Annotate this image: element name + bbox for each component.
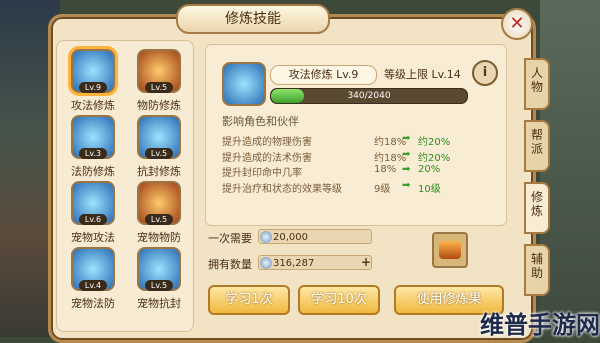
seal-resist-icon: Lv.5 bbox=[137, 115, 181, 159]
tab-character[interactable]: 人物 bbox=[524, 58, 550, 110]
effect-to: 10级 bbox=[418, 184, 441, 195]
skill-label: 宠物攻法 bbox=[71, 231, 115, 244]
effect-from: 9级 bbox=[374, 184, 391, 195]
pet-magic-defense-icon: Lv.4 bbox=[71, 247, 115, 291]
skill-level: Lv.3 bbox=[79, 148, 107, 159]
effect-row: 提升封印命中几率 18% ➡ 20% bbox=[222, 164, 440, 179]
arrow-right-icon: ➡ bbox=[402, 133, 411, 144]
skill-level: Lv.5 bbox=[145, 148, 173, 159]
skill-label: 宠物物防 bbox=[137, 231, 181, 244]
silver-coin-icon bbox=[260, 257, 272, 269]
skill-seal-resist[interactable]: Lv.5 抗封修炼 bbox=[129, 115, 189, 181]
exp-progress-bar: 340/2040 bbox=[270, 88, 468, 104]
learn-once-button[interactable]: 学习1次 bbox=[208, 285, 290, 315]
effect-row: 提升治疗和状态的效果等级 9级 ➡ 10级 bbox=[222, 180, 441, 195]
effect-from: 18% bbox=[374, 164, 397, 175]
skill-level: Lv.5 bbox=[145, 214, 173, 225]
pet-defense-icon: Lv.5 bbox=[137, 181, 181, 225]
arrow-right-icon: ➡ bbox=[402, 164, 411, 175]
effect-text: 提升造成的法术伤害 bbox=[222, 153, 312, 164]
level-cap-value: Lv.14 bbox=[431, 68, 461, 81]
skill-label: 抗封修炼 bbox=[137, 165, 181, 178]
tab-assist[interactable]: 辅助 bbox=[524, 244, 550, 296]
skill-label: 攻法修炼 bbox=[71, 99, 115, 112]
exp-progress-text: 340/2040 bbox=[347, 91, 391, 101]
arrow-right-icon: ➡ bbox=[402, 180, 411, 191]
skill-label: 物防修炼 bbox=[137, 99, 181, 112]
cost-have-text: 316,287 bbox=[273, 258, 315, 269]
skill-magic-defense[interactable]: Lv.3 法防修炼 bbox=[63, 115, 123, 181]
attack-magic-icon: Lv.9 bbox=[71, 49, 115, 93]
tab-guild[interactable]: 帮派 bbox=[524, 120, 550, 172]
affect-title: 影响角色和伙伴 bbox=[222, 115, 299, 128]
physical-defense-icon: Lv.5 bbox=[137, 49, 181, 93]
pet-attack-icon: Lv.6 bbox=[71, 181, 115, 225]
skill-label: 宠物法防 bbox=[71, 297, 115, 310]
skill-pet-magic-defense[interactable]: Lv.4 宠物法防 bbox=[63, 247, 123, 313]
tab-cultivation[interactable]: 修炼 bbox=[524, 182, 550, 234]
skill-level: Lv.5 bbox=[145, 280, 173, 291]
close-button[interactable]: ✕ bbox=[501, 8, 533, 40]
cost-have-label: 拥有数量 bbox=[208, 258, 252, 271]
effect-text: 提升造成的物理伤害 bbox=[222, 137, 312, 148]
skill-name-text: 攻法修炼 bbox=[288, 68, 333, 81]
effect-to: 约20% bbox=[418, 137, 451, 148]
skill-list: Lv.9 攻法修炼 Lv.5 物防修炼 Lv.3 法防修炼 Lv.5 抗封修炼 … bbox=[56, 40, 194, 332]
magic-defense-icon: Lv.3 bbox=[71, 115, 115, 159]
skill-label: 宠物抗封 bbox=[137, 297, 181, 310]
pet-seal-resist-icon: Lv.5 bbox=[137, 247, 181, 291]
skill-pet-attack[interactable]: Lv.6 宠物攻法 bbox=[63, 181, 123, 247]
arrow-right-icon: ➡ bbox=[402, 149, 411, 160]
silver-coin-icon bbox=[260, 231, 272, 243]
cost-need-text: 20,000 bbox=[273, 232, 308, 243]
effect-row: 提升造成的物理伤害 约18% ➡ 约20% bbox=[222, 133, 450, 148]
cost-have-value: 316,287 bbox=[258, 255, 372, 270]
level-cap-label: 等级上限 bbox=[384, 68, 428, 81]
skill-level: Lv.5 bbox=[145, 82, 173, 93]
skill-level: Lv.4 bbox=[79, 280, 107, 291]
skill-level: Lv.6 bbox=[79, 214, 107, 225]
skill-name: 攻法修炼 Lv.9 bbox=[270, 65, 377, 85]
treasure-chest-icon bbox=[439, 241, 461, 259]
cultivation-fruit-slot[interactable] bbox=[432, 232, 468, 268]
attack-magic-icon bbox=[222, 62, 266, 106]
site-watermark: 维普手游网 bbox=[480, 311, 600, 339]
effect-row: 提升造成的法术伤害 约18% ➡ 约20% bbox=[222, 149, 450, 164]
skill-label: 法防修炼 bbox=[71, 165, 115, 178]
effect-to: 20% bbox=[418, 164, 441, 175]
skill-attack-magic[interactable]: Lv.9 攻法修炼 bbox=[63, 49, 123, 115]
skill-physical-defense[interactable]: Lv.5 物防修炼 bbox=[129, 49, 189, 115]
cost-need-value: 20,000 bbox=[258, 229, 372, 244]
level-cap: 等级上限 Lv.14 bbox=[384, 66, 461, 82]
skill-name-level: Lv.9 bbox=[336, 68, 359, 81]
skill-pet-seal-resist[interactable]: Lv.5 宠物抗封 bbox=[129, 247, 189, 313]
effect-text: 提升封印命中几率 bbox=[222, 168, 302, 179]
cost-need-label: 一次需要 bbox=[208, 232, 252, 245]
skill-pet-defense[interactable]: Lv.5 宠物物防 bbox=[129, 181, 189, 247]
add-currency-icon[interactable]: + bbox=[360, 256, 372, 268]
skill-level: Lv.9 bbox=[79, 82, 107, 93]
effect-to: 约20% bbox=[418, 153, 451, 164]
panel-title: 修炼技能 bbox=[176, 4, 330, 34]
learn-ten-button[interactable]: 学习10次 bbox=[298, 285, 380, 315]
effect-text: 提升治疗和状态的效果等级 bbox=[222, 184, 342, 195]
info-icon[interactable]: i bbox=[472, 60, 498, 86]
